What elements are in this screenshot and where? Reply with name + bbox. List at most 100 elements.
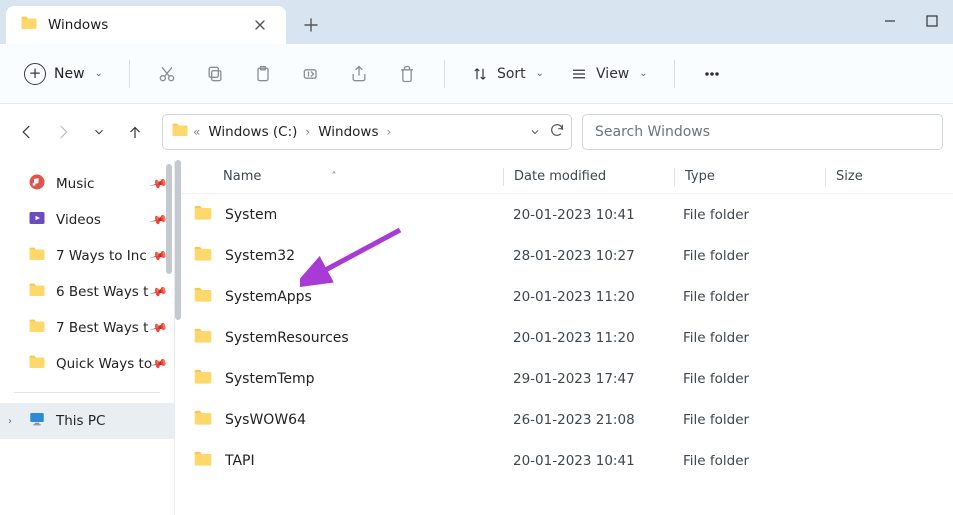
- delete-button[interactable]: [386, 54, 428, 94]
- close-tab-button[interactable]: [248, 13, 272, 37]
- new-button-label: New: [54, 66, 85, 82]
- minimize-button[interactable]: [883, 13, 897, 32]
- chevron-right-icon: ›: [8, 416, 12, 427]
- chevron-right-icon: ›: [305, 125, 310, 139]
- sidebar-item[interactable]: Quick Ways to📌: [0, 346, 174, 382]
- file-row[interactable]: System3228-01-2023 10:27File folder: [175, 235, 953, 276]
- file-date: 20-01-2023 10:41: [503, 207, 673, 223]
- chevron-down-icon: ⌄: [536, 68, 544, 79]
- navigation-row: « Windows (C:) › Windows ›: [0, 104, 953, 160]
- sidebar-item[interactable]: 7 Ways to Inc📌: [0, 238, 174, 274]
- refresh-button[interactable]: [549, 122, 565, 142]
- divider: [674, 60, 675, 88]
- file-row[interactable]: SystemResources20-01-2023 11:20File fold…: [175, 317, 953, 358]
- file-name: System32: [225, 248, 295, 264]
- divider: [444, 60, 445, 88]
- tab-bar: Windows: [0, 0, 953, 44]
- folder-icon: [20, 14, 38, 36]
- share-button[interactable]: [338, 54, 380, 94]
- sidebar-scrollbar[interactable]: [166, 164, 172, 274]
- column-type[interactable]: Type: [675, 169, 825, 184]
- file-date: 20-01-2023 11:20: [503, 330, 673, 346]
- pin-icon: 📌: [149, 318, 169, 338]
- file-row[interactable]: SysWOW6426-01-2023 21:08File folder: [175, 399, 953, 440]
- file-type: File folder: [673, 412, 823, 428]
- folder-icon: [193, 244, 213, 268]
- tab-title: Windows: [48, 17, 238, 33]
- videos-icon: [28, 209, 46, 231]
- column-date[interactable]: Date modified: [504, 169, 674, 184]
- sidebar-item-label: Videos: [56, 212, 101, 228]
- view-button[interactable]: View ⌄: [560, 59, 658, 89]
- tab-windows[interactable]: Windows: [6, 6, 286, 44]
- sidebar-item[interactable]: 7 Best Ways t📌: [0, 310, 174, 346]
- breadcrumb-overflow: «: [193, 125, 200, 139]
- file-name: SystemTemp: [225, 371, 315, 387]
- rename-button[interactable]: [290, 54, 332, 94]
- sidebar-this-pc[interactable]: › This PC: [0, 403, 174, 439]
- plus-icon: +: [24, 63, 46, 85]
- sidebar: Music📌Videos📌7 Ways to Inc📌6 Best Ways t…: [0, 160, 175, 515]
- toolbar: + New ⌄ Sort ⌄ View ⌄: [0, 44, 953, 104]
- search-input[interactable]: [595, 124, 930, 140]
- view-label: View: [596, 66, 629, 82]
- recent-button[interactable]: [82, 115, 116, 149]
- file-date: 29-01-2023 17:47: [503, 371, 673, 387]
- folder-icon: [193, 326, 213, 350]
- back-button[interactable]: [10, 115, 44, 149]
- file-type: File folder: [673, 207, 823, 223]
- address-dropdown[interactable]: [529, 123, 541, 142]
- column-headers: Name ˄ Date modified Type Size: [175, 160, 953, 194]
- file-type: File folder: [673, 330, 823, 346]
- file-name: TAPI: [225, 453, 255, 469]
- file-row[interactable]: SystemTemp29-01-2023 17:47File folder: [175, 358, 953, 399]
- file-name: System: [225, 207, 277, 223]
- sidebar-item-label: 7 Best Ways t: [56, 320, 148, 336]
- folder-icon: [28, 317, 46, 339]
- new-tab-button[interactable]: [294, 8, 328, 42]
- search-box[interactable]: [582, 114, 943, 150]
- sidebar-item-label: This PC: [56, 413, 105, 429]
- pin-icon: 📌: [149, 282, 169, 302]
- address-bar[interactable]: « Windows (C:) › Windows ›: [162, 114, 572, 150]
- file-list: Name ˄ Date modified Type Size System 20-…: [175, 160, 953, 515]
- list-scrollbar[interactable]: [175, 160, 181, 320]
- more-button[interactable]: [691, 54, 733, 94]
- maximize-button[interactable]: [925, 13, 939, 32]
- sort-indicator-icon: ˄: [331, 171, 336, 182]
- file-row[interactable]: System 20-01-2023 10:41File folder: [175, 194, 953, 235]
- paste-button[interactable]: [242, 54, 284, 94]
- sidebar-item-label: Music: [56, 176, 94, 192]
- sort-label: Sort: [497, 66, 526, 82]
- chevron-down-icon: ⌄: [639, 68, 647, 79]
- file-row[interactable]: SystemApps20-01-2023 11:20File folder: [175, 276, 953, 317]
- sidebar-item-label: Quick Ways to: [56, 356, 152, 372]
- sidebar-item[interactable]: Music📌: [0, 166, 174, 202]
- breadcrumb-root[interactable]: Windows (C:): [204, 120, 301, 144]
- file-name: SysWOW64: [225, 412, 306, 428]
- new-button[interactable]: + New ⌄: [14, 57, 113, 91]
- folder-icon: [193, 449, 213, 473]
- column-size[interactable]: Size: [826, 169, 953, 184]
- forward-button[interactable]: [46, 115, 80, 149]
- breadcrumb-current[interactable]: Windows: [314, 120, 382, 144]
- folder-icon: [28, 281, 46, 303]
- file-type: File folder: [673, 248, 823, 264]
- column-name[interactable]: Name ˄: [193, 169, 503, 184]
- up-button[interactable]: [118, 115, 152, 149]
- chevron-right-icon: ›: [386, 125, 391, 139]
- folder-icon: [171, 121, 189, 143]
- music-icon: [28, 173, 46, 195]
- window-controls: [883, 0, 953, 44]
- sidebar-item[interactable]: Videos📌: [0, 202, 174, 238]
- file-type: File folder: [673, 289, 823, 305]
- cut-button[interactable]: [146, 54, 188, 94]
- folder-icon: [193, 203, 213, 227]
- sort-button[interactable]: Sort ⌄: [461, 59, 554, 89]
- folder-icon: [193, 408, 213, 432]
- file-row[interactable]: TAPI20-01-2023 10:41File folder: [175, 440, 953, 481]
- sidebar-item[interactable]: 6 Best Ways t📌: [0, 274, 174, 310]
- sidebar-item-label: 6 Best Ways t: [56, 284, 148, 300]
- copy-button[interactable]: [194, 54, 236, 94]
- file-date: 20-01-2023 10:41: [503, 453, 673, 469]
